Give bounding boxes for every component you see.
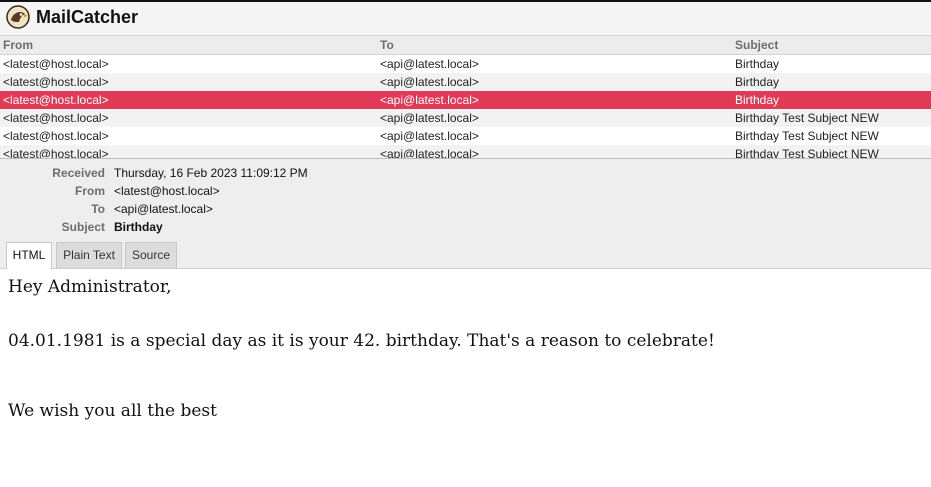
message-row[interactable]: <latest@host.local> <api@latest.local> B… [0, 127, 931, 145]
message-list[interactable]: <latest@host.local> <api@latest.local> B… [0, 55, 931, 159]
received-label: Received [52, 166, 105, 180]
message-subject: Birthday Test Subject NEW [735, 111, 879, 125]
app-header: MailCatcher [0, 2, 931, 36]
from-label: From [75, 184, 105, 198]
message-to: <api@latest.local> [380, 93, 479, 107]
message-metadata: Received Thursday, 16 Feb 2023 11:09:12 … [0, 159, 931, 269]
body-closing: We wish you all the best [8, 401, 217, 421]
message-to: <api@latest.local> [380, 75, 479, 89]
column-header-to[interactable]: To [380, 36, 730, 55]
body-paragraph: 04.01.1981 is a special day as it is you… [8, 331, 715, 351]
message-subject: Birthday Test Subject NEW [735, 129, 879, 143]
message-from: <latest@host.local> [3, 57, 109, 71]
tab-plain-text[interactable]: Plain Text [56, 242, 122, 268]
received-value: Thursday, 16 Feb 2023 11:09:12 PM [114, 166, 308, 180]
message-from: <latest@host.local> [3, 111, 109, 125]
message-from: <latest@host.local> [3, 147, 109, 159]
message-row[interactable]: <latest@host.local> <api@latest.local> B… [0, 73, 931, 91]
tab-html[interactable]: HTML [6, 242, 52, 269]
message-subject: Birthday Test Subject NEW [735, 147, 879, 159]
to-label: To [91, 202, 105, 216]
message-from: <latest@host.local> [3, 93, 109, 107]
to-value: <api@latest.local> [114, 202, 213, 216]
message-from: <latest@host.local> [3, 129, 109, 143]
body-greeting: Hey Administrator, [8, 277, 172, 297]
subject-value: Birthday [114, 220, 163, 234]
message-to: <api@latest.local> [380, 111, 479, 125]
message-subject: Birthday [735, 57, 780, 71]
message-row[interactable]: <latest@host.local> <api@latest.local> B… [0, 109, 931, 127]
message-row[interactable]: <latest@host.local> <api@latest.local> B… [0, 55, 931, 73]
message-subject: Birthday [735, 75, 780, 89]
message-to: <api@latest.local> [380, 129, 479, 143]
message-row[interactable]: <latest@host.local> <api@latest.local> B… [0, 145, 931, 159]
message-list-header: From To Subject [0, 36, 931, 55]
tab-source[interactable]: Source [125, 242, 177, 268]
column-header-from[interactable]: From [3, 36, 373, 55]
message-to: <api@latest.local> [380, 57, 479, 71]
app-title: MailCatcher [36, 7, 139, 27]
message-from: <latest@host.local> [3, 75, 109, 89]
message-to: <api@latest.local> [380, 147, 479, 159]
from-value: <latest@host.local> [114, 184, 220, 198]
subject-label: Subject [61, 220, 105, 234]
message-row-selected[interactable]: <latest@host.local> <api@latest.local> B… [0, 91, 931, 109]
mailcatcher-logo-icon [6, 5, 30, 29]
message-body: Hey Administrator, 04.01.1981 is a speci… [0, 269, 931, 487]
message-subject: Birthday [735, 93, 780, 107]
column-header-subject[interactable]: Subject [735, 36, 930, 55]
